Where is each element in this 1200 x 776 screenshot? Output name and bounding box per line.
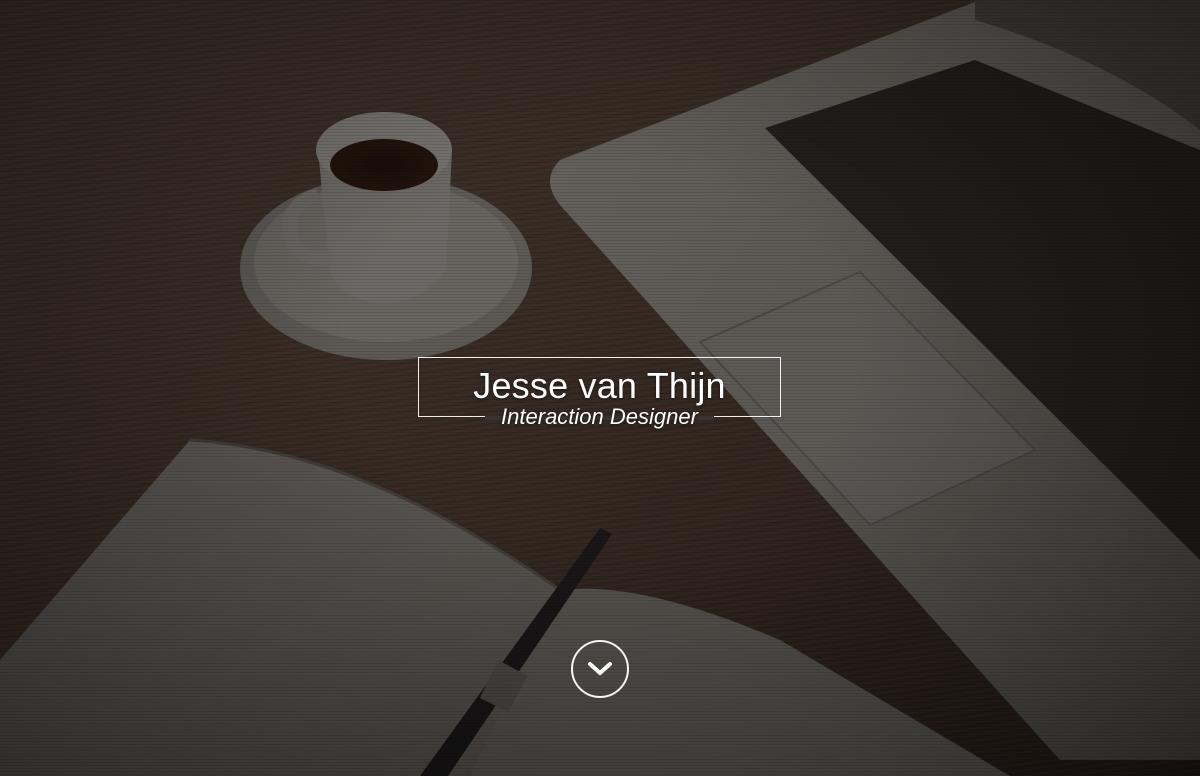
chevron-down-icon	[588, 662, 612, 675]
page-title: Jesse van Thijn	[473, 365, 726, 406]
hero-section: Jesse van Thijn Interaction Designer	[0, 0, 1200, 776]
scroll-down-button[interactable]	[571, 640, 629, 698]
subtitle: Interaction Designer	[501, 404, 698, 429]
title-frame: Jesse van Thijn Interaction Designer	[418, 357, 781, 429]
